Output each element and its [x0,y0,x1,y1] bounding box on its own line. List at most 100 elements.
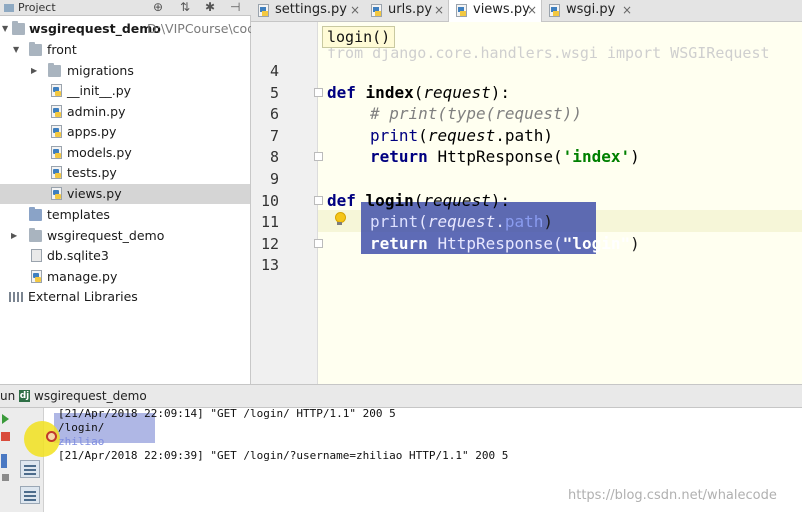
tab-urls-py[interactable]: urls.py × [364,0,448,22]
folder-icon [29,42,42,56]
close-icon[interactable]: × [434,0,444,20]
code-line-5: def index(request): [327,82,510,104]
tab-label: views.py [473,2,530,17]
punctuation: ): [490,191,511,210]
locate-icon[interactable]: ⊕ [153,0,163,15]
punctuation: ): [490,83,511,102]
builtin-call: print [370,126,419,145]
line-number: 8 [269,148,279,166]
settings-gear-icon[interactable]: ✱ [205,0,215,15]
scroll-to-end-icon[interactable] [20,486,40,504]
tree-item-admin-py[interactable]: admin.py [0,102,250,122]
run-panel-header: un dj wsgirequest_demo [0,384,802,408]
restore-layout-icon[interactable] [1,454,7,468]
fold-marker-icon[interactable] [314,239,323,248]
console-line: /login/ [58,421,105,434]
close-icon[interactable]: × [527,0,537,20]
python-file-icon [51,146,62,159]
collapse-arrow-icon[interactable]: ▶ [11,226,17,246]
python-file-icon [371,4,382,17]
code-line-12: return HttpResponse("login") [370,233,640,255]
tree-item-tests-py[interactable]: tests.py [0,163,250,183]
database-file-icon [31,249,42,262]
tree-item-init-py[interactable]: __init__.py [0,81,250,101]
tree-item-label: models.py [67,145,132,160]
tree-item-label: External Libraries [28,289,138,304]
tree-item-label: db.sqlite3 [47,248,109,263]
intention-lightbulb-icon[interactable] [334,212,346,226]
project-path: D:\VIPCourse\cod [147,21,256,36]
string-literal: 'index' [562,147,631,166]
tree-item-db-sqlite3[interactable]: db.sqlite3 [0,246,250,266]
attribute: path [504,212,544,231]
tree-item-models-py[interactable]: models.py [0,143,250,163]
console-line: [21/Apr/2018 22:09:14] "GET /login/ HTTP… [58,407,396,420]
tree-item-label: admin.py [67,104,126,119]
punctuation: ( [413,191,424,210]
punctuation: ( [418,126,428,145]
tree-item-wsgirequest-demo[interactable]: ▶ wsgirequest_demo [0,226,250,246]
tab-label: settings.py [275,2,347,17]
close-icon[interactable]: × [622,0,632,20]
editor-tab-bar: settings.py × urls.py × views.py × wsgi.… [251,0,802,23]
console-line: zhiliao [58,435,105,448]
code-line-10: def login(request): [327,190,510,212]
function-name: login [365,191,414,210]
tree-item-external-libraries[interactable]: External Libraries [0,287,250,307]
string-literal: "login" [562,234,631,253]
run-configuration-name[interactable]: wsgirequest_demo [34,389,147,403]
mouse-cursor-icon [46,431,57,442]
tree-item-label: templates [47,207,110,222]
stop-icon[interactable] [1,432,10,441]
line-number: 4 [269,62,279,80]
tab-wsgi-py[interactable]: wsgi.py × [542,0,636,22]
close-icon[interactable]: × [350,0,360,20]
tab-label: wsgi.py [566,2,616,17]
pin-tab-icon[interactable] [2,474,9,481]
project-view-selector[interactable]: Project [4,1,56,14]
project-folder-icon [12,21,25,35]
tab-views-py[interactable]: views.py × [448,0,542,23]
attribute-access: .path) [495,126,554,145]
python-file-icon [51,84,62,97]
keyword: def [327,191,356,210]
collapse-all-icon[interactable]: ⇅ [180,0,190,15]
tree-item-project-root[interactable]: ▼ wsgirequest_demo D:\VIPCourse\cod [0,19,255,39]
tree-item-views-py[interactable]: views.py [0,184,250,204]
tree-item-templates[interactable]: templates [0,205,250,225]
line-number: 7 [269,127,279,145]
tree-item-migrations[interactable]: ▶ migrations [0,61,250,81]
tree-item-manage-py[interactable]: manage.py [0,267,250,287]
hide-panel-icon[interactable]: ⊣ [230,0,240,15]
punctuation: ) [630,234,640,253]
fold-marker-icon[interactable] [314,196,323,205]
tree-item-front[interactable]: ▼ front [0,40,250,60]
folder-icon [29,228,42,242]
tree-item-label: __init__.py [67,83,132,98]
tree-item-label: migrations [67,63,134,78]
tree-item-apps-py[interactable]: apps.py [0,122,250,142]
keyword: return [370,234,428,253]
python-file-icon [51,187,62,200]
fold-marker-icon[interactable] [314,88,323,97]
tab-settings-py[interactable]: settings.py × [251,0,364,22]
expand-arrow-icon[interactable]: ▼ [13,40,19,60]
fold-marker-icon[interactable] [314,152,323,161]
soft-wrap-icon[interactable] [20,460,40,478]
collapse-arrow-icon[interactable]: ▶ [31,61,37,81]
code-line-7: print(request.path) [370,125,553,147]
call: HttpResponse( [437,234,563,253]
templates-folder-icon [29,207,42,221]
tab-label: urls.py [388,2,433,17]
keyword: return [370,147,428,166]
parameter: request [423,191,491,210]
python-file-icon [51,125,62,138]
expand-arrow-icon[interactable]: ▼ [2,19,8,39]
punctuation: ) [543,212,554,231]
rerun-icon[interactable] [2,414,9,424]
run-panel-label: un [0,389,16,403]
folder-icon [48,63,61,77]
tree-item-label: wsgirequest_demo [29,21,161,36]
punctuation: ( [418,212,428,231]
code-line-11: print(request.path) [370,211,553,233]
